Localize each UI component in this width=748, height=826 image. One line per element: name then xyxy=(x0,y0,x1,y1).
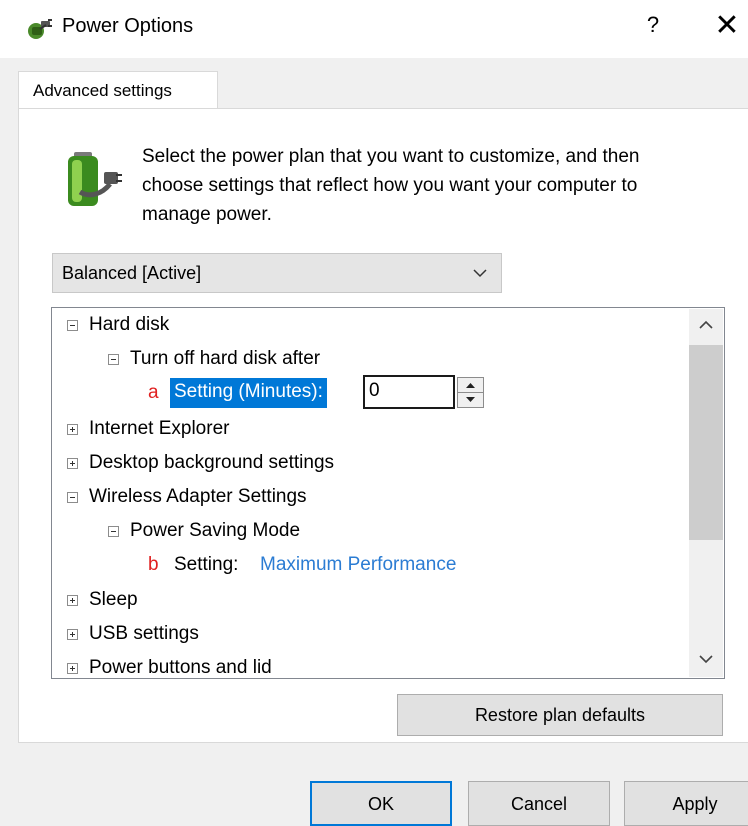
tree-label: Desktop background settings xyxy=(89,452,335,473)
scroll-down-icon[interactable] xyxy=(689,645,723,675)
spin-up-icon[interactable] xyxy=(458,378,483,393)
setting-label: Setting: xyxy=(174,554,239,575)
tree-node-minutes-setting[interactable]: a Setting (Minutes): xyxy=(52,378,652,408)
scroll-up-icon[interactable] xyxy=(689,309,723,339)
collapse-icon[interactable] xyxy=(108,354,119,365)
settings-tree[interactable]: Hard disk Turn off hard disk after a Set… xyxy=(51,307,725,679)
close-icon: ✕ xyxy=(714,9,740,42)
tree-label: Sleep xyxy=(89,589,138,610)
help-button[interactable]: ? xyxy=(638,12,668,44)
cancel-button[interactable]: Cancel xyxy=(468,781,610,826)
tree-node-usb-settings[interactable]: USB settings xyxy=(52,619,652,649)
tree-node-power-saving-mode[interactable]: Power Saving Mode xyxy=(52,516,652,546)
power-plan-value: Balanced [Active] xyxy=(62,263,202,283)
tree-label: Power buttons and lid xyxy=(89,657,272,678)
tree-label: Internet Explorer xyxy=(89,418,230,439)
collapse-icon[interactable] xyxy=(67,492,78,503)
spin-down-icon[interactable] xyxy=(458,393,483,407)
restore-plan-defaults-button[interactable]: Restore plan defaults xyxy=(397,694,723,736)
tree-label: Wireless Adapter Settings xyxy=(89,486,307,507)
minutes-spinner[interactable] xyxy=(457,377,484,408)
battery-plug-icon xyxy=(68,152,122,206)
tree-label: Power Saving Mode xyxy=(130,520,301,541)
expand-icon[interactable] xyxy=(67,595,78,606)
power-plan-dropdown[interactable]: Balanced [Active] xyxy=(52,253,502,293)
chevron-down-icon xyxy=(473,269,487,278)
minutes-input[interactable]: 0 xyxy=(363,375,455,409)
tree-node-power-buttons[interactable]: Power buttons and lid xyxy=(52,653,652,678)
apply-button[interactable]: Apply xyxy=(624,781,748,826)
intro-text: Select the power plan that you want to c… xyxy=(142,146,640,225)
tree-node-internet-explorer[interactable]: Internet Explorer xyxy=(52,414,652,444)
setting-minutes-label: Setting (Minutes): xyxy=(170,378,327,408)
tree-node-power-saving-setting[interactable]: b Setting: Maximum Performance xyxy=(52,550,652,580)
tree-node-wireless-adapter[interactable]: Wireless Adapter Settings xyxy=(52,482,652,512)
scrollbar-thumb[interactable] xyxy=(689,345,723,540)
collapse-icon[interactable] xyxy=(67,320,78,331)
tree-label: USB settings xyxy=(89,623,199,644)
close-button[interactable]: ✕ xyxy=(712,8,742,44)
marker-b: b xyxy=(148,554,159,575)
expand-icon[interactable] xyxy=(67,458,78,469)
tree-label: Turn off hard disk after xyxy=(130,348,321,369)
power-plug-icon xyxy=(28,19,52,39)
power-saving-value-link[interactable]: Maximum Performance xyxy=(260,554,456,576)
expand-icon[interactable] xyxy=(67,629,78,640)
tree-node-turn-off-hard-disk[interactable]: Turn off hard disk after xyxy=(52,344,652,374)
tree-node-hard-disk[interactable]: Hard disk xyxy=(52,310,652,340)
tree-label: Hard disk xyxy=(89,314,170,335)
ok-button[interactable]: OK xyxy=(310,781,452,826)
collapse-icon[interactable] xyxy=(108,526,119,537)
expand-icon[interactable] xyxy=(67,663,78,674)
title-bar: Power Options ? ✕ xyxy=(0,0,748,58)
expand-icon[interactable] xyxy=(67,424,78,435)
tree-node-sleep[interactable]: Sleep xyxy=(52,585,652,615)
window-title: Power Options xyxy=(62,15,194,37)
tree-node-desktop-background[interactable]: Desktop background settings xyxy=(52,448,652,478)
tree-scrollbar[interactable] xyxy=(689,309,723,677)
marker-a: a xyxy=(148,382,159,403)
tab-advanced-settings[interactable]: Advanced settings xyxy=(18,71,218,109)
